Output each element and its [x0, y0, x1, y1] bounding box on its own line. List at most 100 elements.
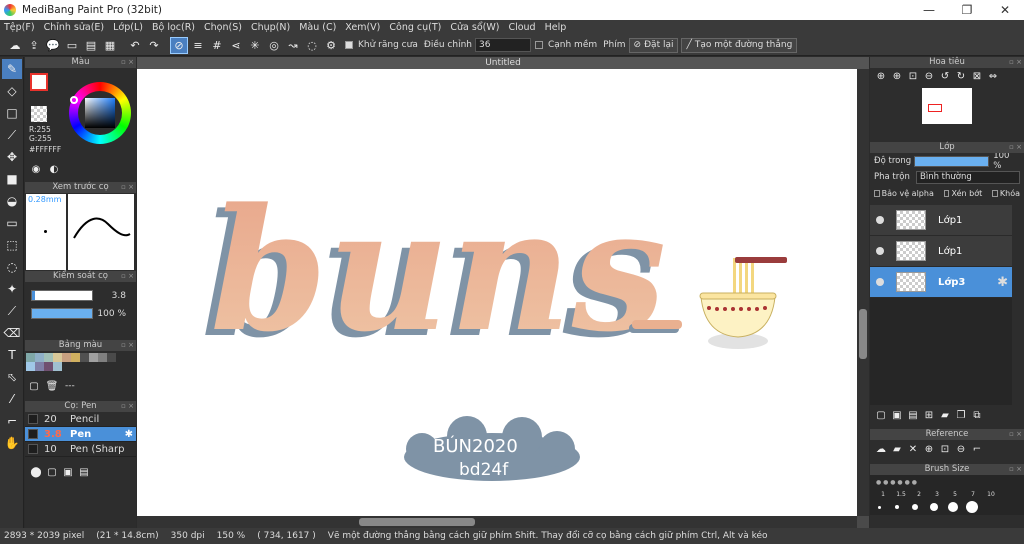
vanish-snap-icon[interactable]: ⋖	[227, 37, 245, 54]
curve-snap-icon[interactable]: ↝	[284, 37, 302, 54]
undo-icon[interactable]: ↶	[126, 37, 144, 54]
new-halftone-layer-icon[interactable]: ▣	[890, 408, 904, 422]
create-line-button[interactable]: ╱ Tạo một đường thẳng	[681, 37, 798, 53]
layer-settings-gear-icon[interactable]: ✱	[997, 275, 1008, 290]
visibility-icon[interactable]	[876, 247, 884, 255]
menu-tools[interactable]: Công cụ(T)	[389, 22, 441, 33]
brush-row-pen[interactable]: 3.8 Pen ✱	[25, 427, 136, 442]
brush-delete-icon[interactable]: ▤	[77, 465, 91, 479]
layer-item-3[interactable]: Lớp3 ✱	[870, 267, 1012, 298]
circle-snap-icon[interactable]: ◎	[265, 37, 283, 54]
palette-swatch[interactable]	[26, 362, 35, 371]
canvas[interactable]: buns buns BÚN2020 bd24f	[137, 69, 857, 516]
merge-layer-icon[interactable]: ⧉	[970, 408, 984, 422]
hue-ring[interactable]	[69, 82, 131, 144]
folder-icon[interactable]: ▰	[938, 408, 952, 422]
gradient-tool-icon[interactable]: ▭	[2, 213, 22, 233]
brush-copy-icon[interactable]: ▣	[61, 465, 75, 479]
menu-view[interactable]: Xem(V)	[345, 22, 380, 33]
brush-size-slider[interactable]	[31, 290, 93, 301]
adjust-dropdown[interactable]: 36	[474, 38, 531, 52]
comment-icon[interactable]: ▭	[63, 37, 81, 54]
menu-snap[interactable]: Chụp(N)	[251, 22, 290, 33]
close-button[interactable]: ✕	[986, 3, 1024, 17]
zoom-in-icon[interactable]: ⊕	[890, 69, 904, 83]
palette-swatch[interactable]	[98, 353, 107, 362]
visibility-icon[interactable]	[876, 216, 884, 224]
lasso-icon[interactable]: ◌	[2, 257, 22, 277]
eraser-tool-icon[interactable]: ◇	[2, 81, 22, 101]
ref-zoom-out-icon[interactable]: ⊖	[954, 442, 968, 456]
palette-swatch[interactable]	[71, 353, 80, 362]
primary-color-swatch[interactable]	[30, 73, 48, 91]
minimize-button[interactable]: —	[910, 3, 948, 17]
saturation-square[interactable]	[85, 98, 115, 128]
layer-item-1[interactable]: Lớp1	[870, 205, 1012, 236]
operation-tool-icon[interactable]: ⬁	[2, 367, 22, 387]
cross-snap-icon[interactable]: #	[208, 37, 226, 54]
parallel-snap-icon[interactable]: ≡	[189, 37, 207, 54]
palette-swatch[interactable]	[62, 353, 71, 362]
transparent-swatch[interactable]	[31, 106, 47, 122]
gear-icon[interactable]: ⚙	[322, 37, 340, 54]
ref-eyedropper-icon[interactable]: ⌐	[970, 442, 984, 456]
navigator-preview[interactable]	[870, 84, 1024, 128]
text-tool-icon[interactable]: T	[2, 345, 22, 365]
cloud-ref-icon[interactable]: ☁	[874, 442, 888, 456]
document-tab[interactable]: Untitled	[137, 57, 869, 69]
brush-tool-icon[interactable]: ✎	[2, 59, 22, 79]
menu-layer[interactable]: Lớp(L)	[113, 22, 143, 33]
protect-alpha-checkbox[interactable]	[874, 189, 880, 197]
rect-tool-icon[interactable]: □	[2, 103, 22, 123]
dot-tool-icon[interactable]: ⟋	[2, 125, 22, 145]
radial-snap-icon[interactable]: ✳	[246, 37, 264, 54]
ref-fit-icon[interactable]: ⊡	[938, 442, 952, 456]
palette-swatch[interactable]	[44, 353, 53, 362]
menu-edit[interactable]: Chỉnh sửa(E)	[44, 22, 105, 33]
select-eraser-icon[interactable]: ⌫	[2, 323, 22, 343]
brush-new-icon[interactable]: ▢	[45, 465, 59, 479]
fit-icon[interactable]: ⊡	[906, 69, 920, 83]
layer-opacity-slider[interactable]	[913, 155, 990, 167]
palette-swatch[interactable]	[26, 353, 35, 362]
palette-swatch[interactable]	[53, 362, 62, 371]
rotate-right-icon[interactable]: ↻	[954, 69, 968, 83]
zoom-out-icon[interactable]: ⊖	[922, 69, 936, 83]
lock-checkbox[interactable]	[992, 189, 998, 197]
horizontal-scrollbar[interactable]	[137, 516, 857, 528]
bucket-tool-icon[interactable]: ◒	[2, 191, 22, 211]
add-layer-menu-icon[interactable]: ⊞	[922, 408, 936, 422]
palette-swatch[interactable]	[89, 353, 98, 362]
palette-delete-icon[interactable]: 🗑	[45, 379, 59, 393]
page-icon[interactable]: ▤	[82, 37, 100, 54]
select-pen-icon[interactable]: ⟋	[2, 301, 22, 321]
visibility-icon[interactable]	[876, 278, 884, 286]
move-tool-icon[interactable]: ✥	[2, 147, 22, 167]
palette-swatch[interactable]	[80, 353, 89, 362]
palette-swatch[interactable]	[53, 353, 62, 362]
reset-button[interactable]: ⊘ Đặt lại	[628, 37, 679, 53]
menu-color[interactable]: Màu (C)	[299, 22, 336, 33]
eyedropper-icon[interactable]: ⌐	[2, 411, 22, 431]
fill-rect-tool-icon[interactable]: ■	[2, 169, 22, 189]
palette-swatch[interactable]	[107, 353, 116, 362]
menu-help[interactable]: Help	[545, 22, 567, 33]
close-ref-icon[interactable]: ✕	[906, 442, 920, 456]
flip-icon[interactable]: ⇔	[986, 69, 1000, 83]
color-wheel-mode-icon[interactable]: ◉	[29, 162, 43, 176]
snap-off-icon[interactable]: ⊘	[170, 36, 188, 54]
vertical-scrollbar[interactable]	[857, 69, 869, 516]
clipping-checkbox[interactable]	[943, 189, 950, 197]
brush-row-pen-sharp[interactable]: 10 Pen (Sharp	[25, 442, 136, 457]
duplicate-layer-icon[interactable]: ❐	[954, 408, 968, 422]
select-rect-icon[interactable]: ⬚	[2, 235, 22, 255]
color-slider-mode-icon[interactable]: ◐	[47, 162, 61, 176]
palette-swatch[interactable]	[35, 353, 44, 362]
palette-swatch[interactable]	[35, 362, 44, 371]
reset-view-icon[interactable]: ⊠	[970, 69, 984, 83]
magic-wand-icon[interactable]: ✦	[2, 279, 22, 299]
zoom-icon[interactable]: ⊕	[874, 69, 888, 83]
ellipse-snap-icon[interactable]: ◌	[303, 37, 321, 54]
upload-icon[interactable]: ⇪	[25, 37, 43, 54]
brush-settings-gear-icon[interactable]: ✱	[125, 429, 133, 440]
